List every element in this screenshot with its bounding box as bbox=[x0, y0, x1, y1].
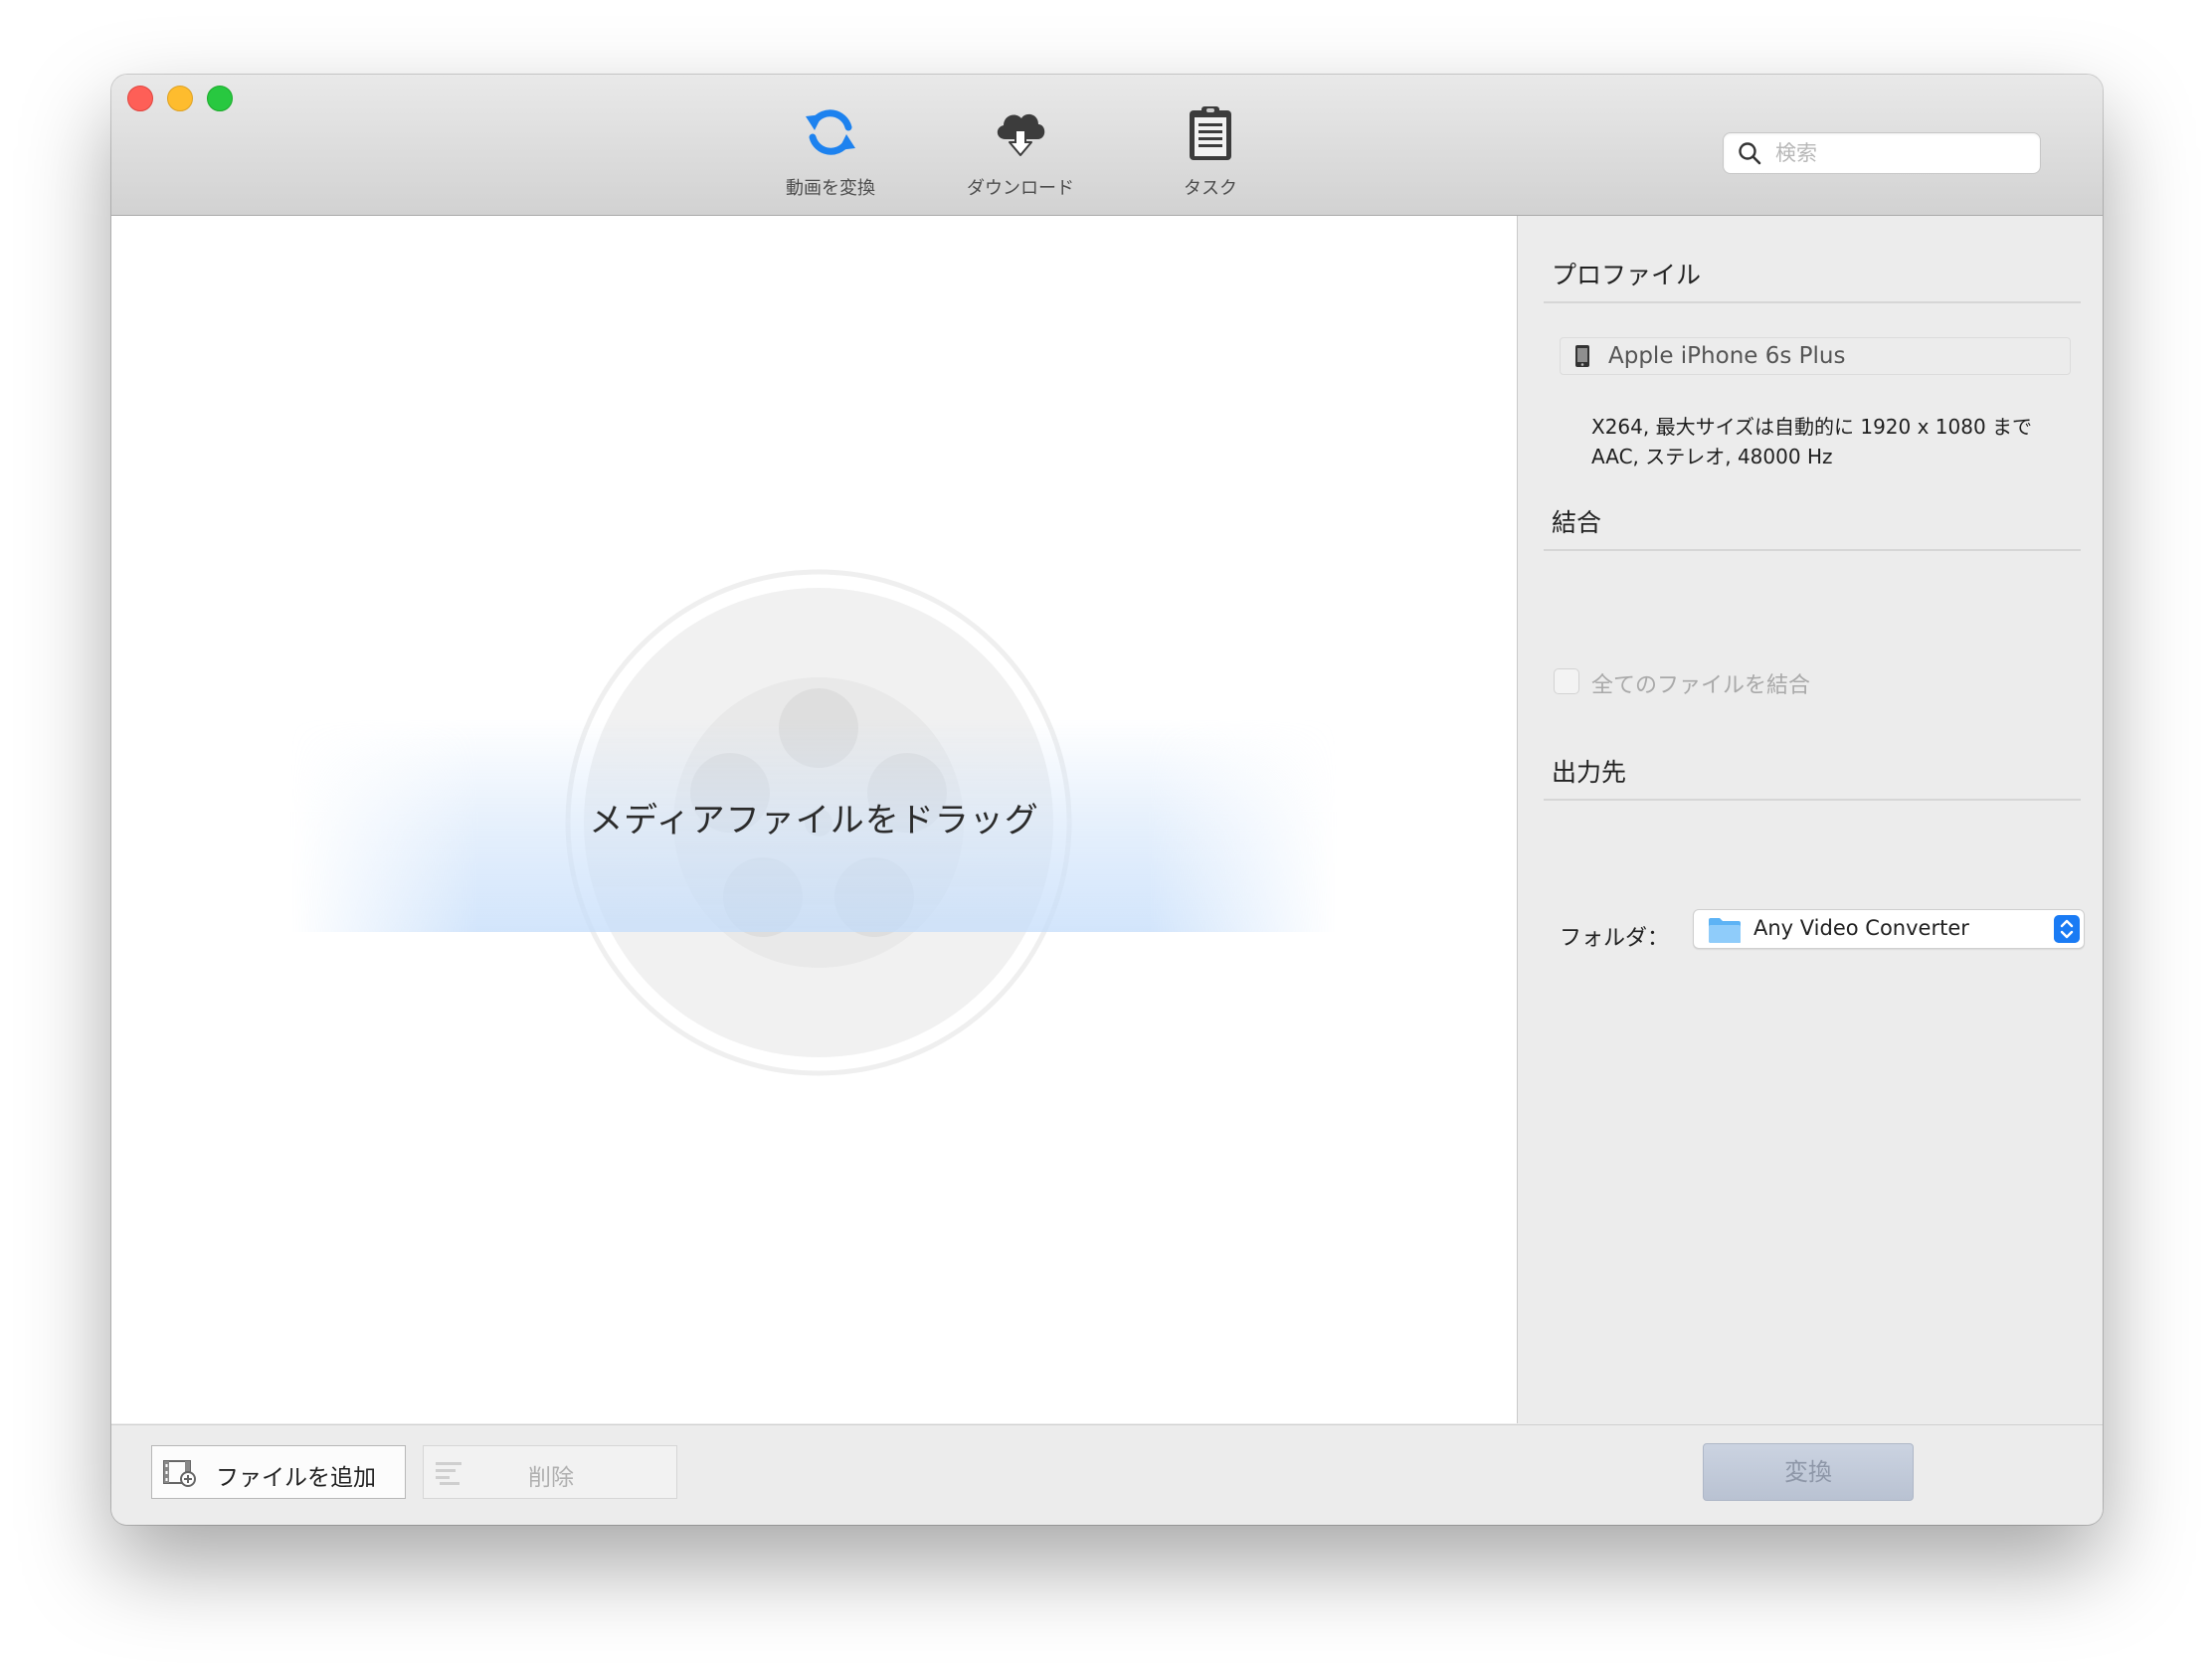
output-divider bbox=[1544, 799, 2081, 801]
download-label: ダウンロード bbox=[967, 178, 1074, 199]
download-tool[interactable]: ダウンロード bbox=[946, 102, 1095, 212]
add-file-label: ファイルを追加 bbox=[216, 1465, 376, 1491]
profile-name: Apple iPhone 6s Plus bbox=[1608, 343, 1846, 369]
merge-all-label: 全てのファイルを結合 bbox=[1591, 673, 1811, 698]
phone-icon bbox=[1575, 345, 1589, 367]
task-label: タスク bbox=[1184, 178, 1237, 199]
merge-divider bbox=[1544, 549, 2081, 551]
search-input[interactable] bbox=[1773, 137, 2026, 169]
output-folder-select[interactable]: Any Video Converter bbox=[1693, 909, 2085, 949]
clipboard-icon bbox=[1190, 106, 1231, 160]
folder-label: フォルダ： bbox=[1560, 926, 1670, 951]
media-drop-area[interactable]: メディアファイルをドラッグ bbox=[111, 216, 1518, 1423]
profile-selector[interactable]: Apple iPhone 6s Plus bbox=[1560, 337, 2071, 375]
bottom-bar: ファイルを追加 削除 変換 bbox=[111, 1424, 2103, 1525]
profile-video-info: X264, 最大サイズは自動的に 1920 x 1080 まで bbox=[1591, 415, 2033, 439]
search-icon bbox=[1739, 142, 1761, 165]
minimize-window-button[interactable] bbox=[167, 86, 193, 111]
convert-video-label: 動画を変換 bbox=[786, 178, 875, 199]
refresh-icon bbox=[806, 109, 855, 155]
delete-button[interactable]: 削除 bbox=[423, 1445, 677, 1499]
add-file-button[interactable]: ファイルを追加 bbox=[151, 1445, 406, 1499]
profile-audio-info: AAC, ステレオ, 48000 Hz bbox=[1591, 445, 1833, 468]
merge-all-checkbox[interactable] bbox=[1554, 668, 1579, 694]
app-window: 動画を変換 ダウンロード タスク 検索 メディアファイルをドラッグ プロファイル… bbox=[111, 75, 2103, 1525]
search-box[interactable] bbox=[1723, 132, 2041, 174]
output-folder-name: Any Video Converter bbox=[1753, 916, 1969, 940]
close-window-button[interactable] bbox=[127, 86, 153, 111]
merge-section-title: 結合 bbox=[1552, 508, 1602, 537]
zoom-window-button[interactable] bbox=[207, 86, 233, 111]
task-tool[interactable]: タスク bbox=[1136, 102, 1285, 212]
folder-icon bbox=[1709, 918, 1741, 943]
convert-video-tool[interactable]: 動画を変換 bbox=[756, 102, 905, 212]
delete-label: 削除 bbox=[528, 1465, 574, 1491]
profile-section-title: プロファイル bbox=[1552, 261, 1702, 289]
cloud-download-icon bbox=[997, 113, 1045, 156]
settings-panel: プロファイル Apple iPhone 6s Plus X264, 最大サイズは… bbox=[1518, 216, 2103, 1423]
film-add-icon bbox=[163, 1460, 196, 1487]
convert-button[interactable]: 変換 bbox=[1703, 1443, 1914, 1501]
output-section-title: 出力先 bbox=[1552, 758, 1627, 787]
profile-divider bbox=[1544, 301, 2081, 303]
drop-hint-text: メディアファイルをドラッグ bbox=[589, 801, 1039, 840]
toolbar: 動画を変換 ダウンロード タスク bbox=[111, 75, 2103, 216]
chevron-up-down-icon[interactable] bbox=[2054, 915, 2080, 943]
